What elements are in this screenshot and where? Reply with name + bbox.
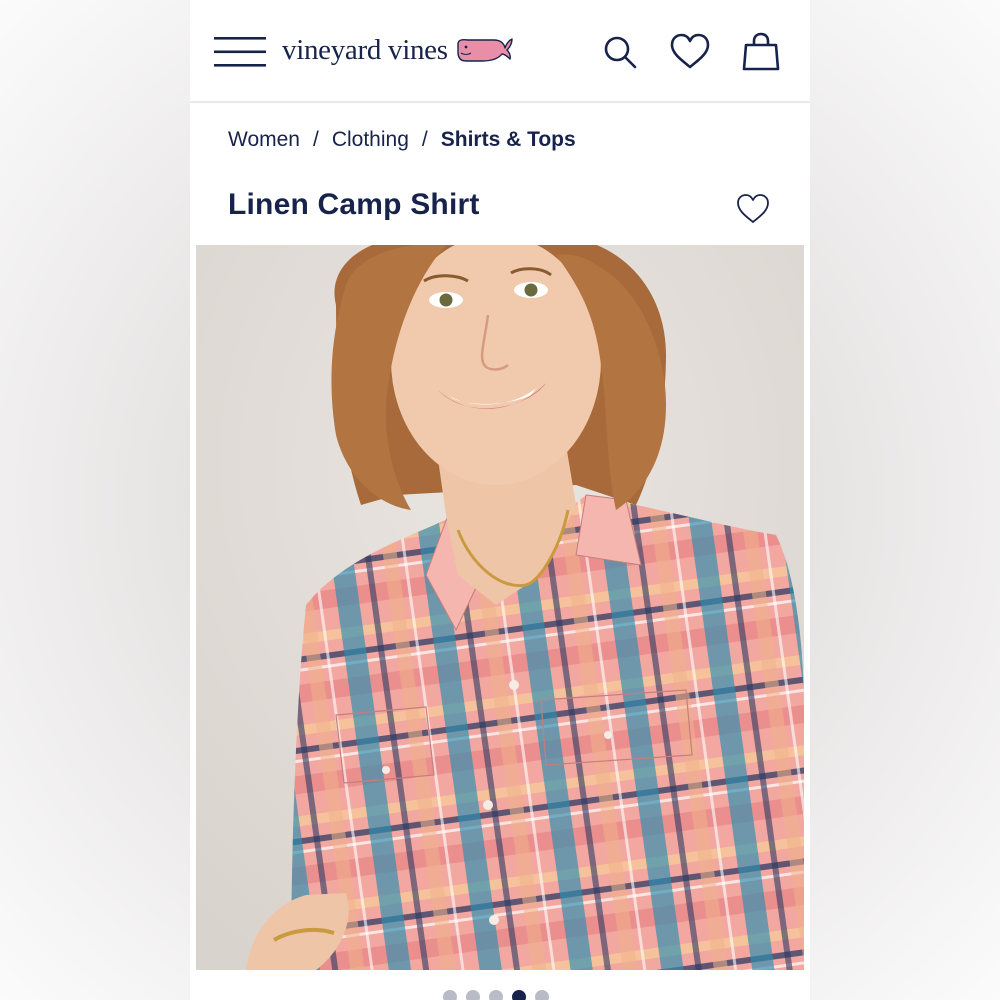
carousel-dot-5[interactable] bbox=[535, 990, 549, 1000]
product-image[interactable] bbox=[196, 245, 804, 970]
carousel-dot-3[interactable] bbox=[489, 990, 503, 1000]
heart-outline-icon[interactable] bbox=[734, 190, 772, 228]
breadcrumb-separator: / bbox=[421, 128, 428, 151]
search-icon[interactable] bbox=[600, 32, 642, 72]
breadcrumb-women[interactable]: Women bbox=[228, 128, 300, 152]
breadcrumb-shirts-tops[interactable]: Shirts & Tops bbox=[441, 128, 576, 152]
carousel-dots bbox=[443, 990, 549, 1000]
mobile-viewport: vineyard vines Women / Clothing / Shirts… bbox=[190, 0, 810, 1000]
site-header: vineyard vines bbox=[190, 0, 810, 103]
shopping-bag-icon[interactable] bbox=[740, 32, 782, 72]
heart-icon[interactable] bbox=[669, 32, 711, 72]
carousel-dot-4[interactable] bbox=[512, 990, 526, 1000]
whale-logo bbox=[457, 38, 513, 62]
hamburger-menu-icon[interactable] bbox=[214, 36, 266, 68]
product-title: Linen Camp Shirt bbox=[228, 188, 480, 221]
breadcrumb-separator: / bbox=[312, 128, 319, 151]
carousel-dot-1[interactable] bbox=[443, 990, 457, 1000]
carousel-dot-2[interactable] bbox=[466, 990, 480, 1000]
breadcrumb: Women / Clothing / Shirts & Tops bbox=[228, 128, 576, 152]
product-photo bbox=[196, 245, 804, 970]
brand-name: vineyard vines bbox=[282, 33, 448, 66]
breadcrumb-clothing[interactable]: Clothing bbox=[332, 128, 409, 152]
brand-logo-link[interactable]: vineyard vines bbox=[282, 30, 514, 70]
